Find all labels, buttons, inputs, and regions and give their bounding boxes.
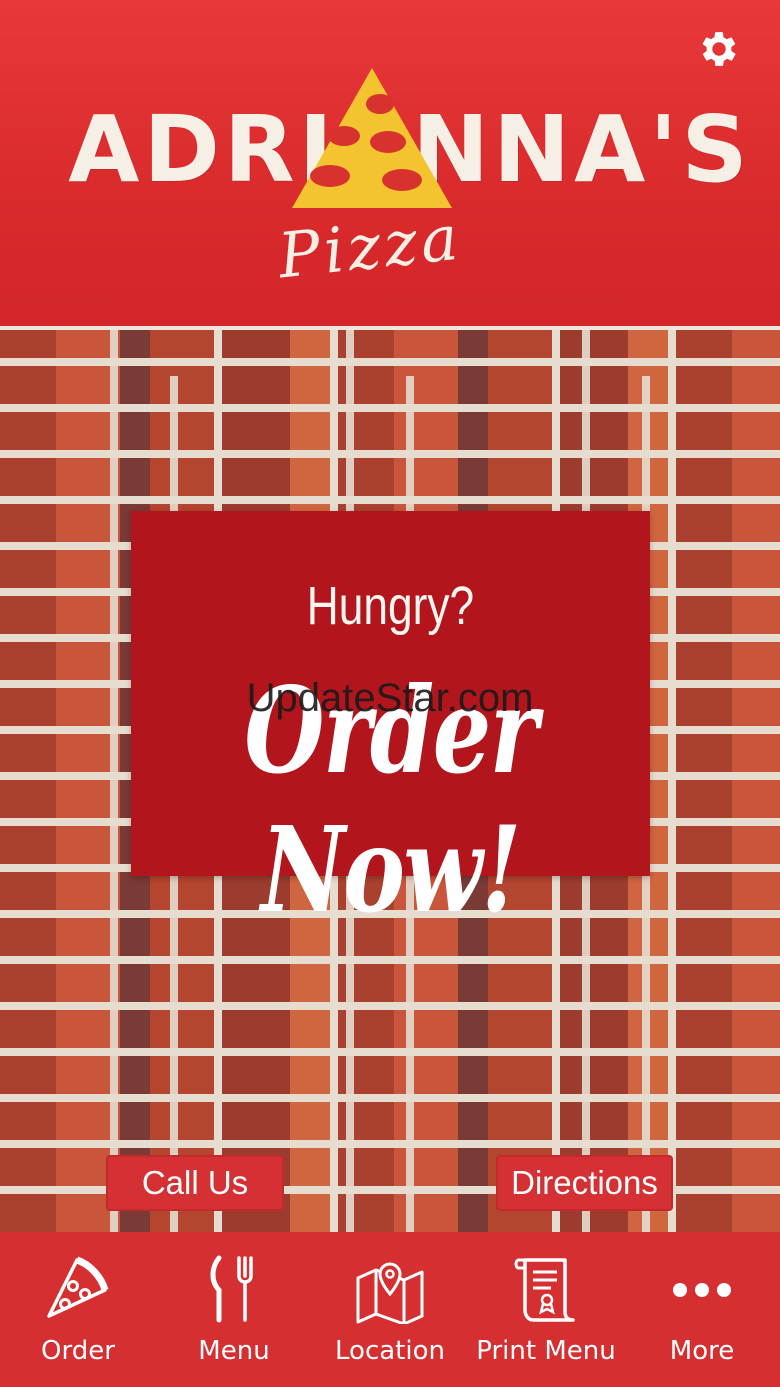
tab-label: Location <box>335 1336 445 1366</box>
tab-menu[interactable]: Menu <box>156 1232 312 1387</box>
logo-script: Pizza <box>274 200 466 293</box>
bottom-tab-bar: Order Menu Location Print Menu More <box>0 1232 780 1387</box>
tab-print-menu[interactable]: Print Menu <box>468 1232 624 1387</box>
map-pin-icon <box>356 1262 424 1324</box>
pizza-logo-icon <box>292 68 452 208</box>
tab-label: More <box>669 1336 735 1366</box>
gear-icon[interactable] <box>696 26 742 72</box>
tab-order[interactable]: Order <box>0 1232 156 1387</box>
order-now-banner[interactable]: Hungry? Order Now! <box>131 511 650 939</box>
tab-label: Print Menu <box>476 1336 616 1366</box>
pizza-slice-icon <box>47 1256 109 1318</box>
banner-headline: Hungry? <box>306 576 475 636</box>
more-dots-icon <box>673 1283 731 1297</box>
tab-label: Order <box>41 1336 115 1366</box>
directions-button[interactable]: Directions <box>496 1155 673 1211</box>
tab-location[interactable]: Location <box>312 1232 468 1387</box>
call-us-button[interactable]: Call Us <box>106 1155 284 1211</box>
fork-knife-icon <box>210 1255 253 1323</box>
app-header: ADRIANNA'S Pizza <box>0 0 780 330</box>
scroll-icon <box>514 1258 575 1322</box>
tab-label: Menu <box>198 1336 270 1366</box>
banner-cta: Order Now! <box>244 661 538 939</box>
tab-more[interactable]: More <box>624 1232 780 1387</box>
logo: ADRIANNA'S Pizza <box>60 60 760 300</box>
